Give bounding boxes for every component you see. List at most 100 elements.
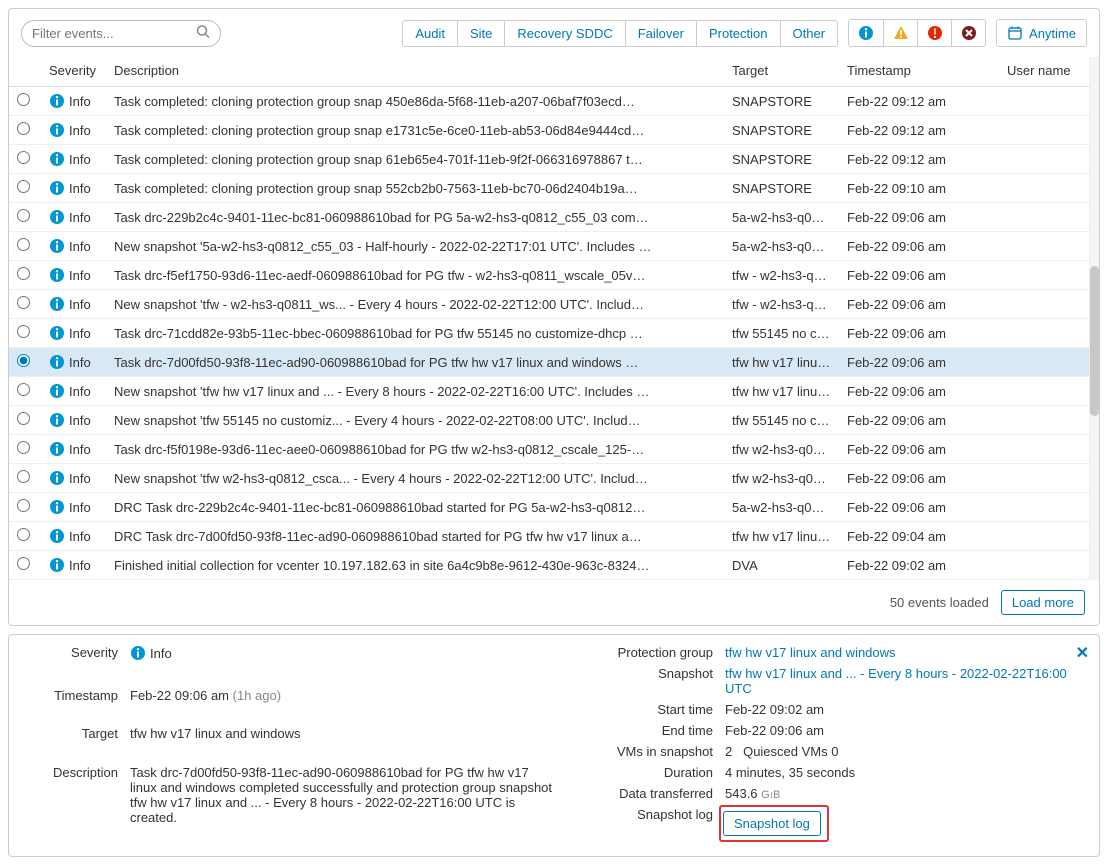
row-target: DVA	[724, 551, 839, 580]
row-selector[interactable]	[17, 296, 30, 309]
row-description: Task drc-f5ef1750-93d6-11ec-aedf-0609886…	[106, 261, 724, 290]
row-selector[interactable]	[17, 267, 30, 280]
detail-qvms-value: 0	[831, 744, 838, 759]
row-target: 5a-w2-hs3-q08…	[724, 203, 839, 232]
row-target: tfw w2-hs3-q0…	[724, 435, 839, 464]
snapshot-log-button[interactable]: Snapshot log	[723, 811, 821, 836]
table-row[interactable]: InfoNew snapshot 'tfw hw v17 linux and .…	[9, 377, 1099, 406]
detail-pg-link[interactable]: tfw hw v17 linux and windows	[725, 645, 1085, 660]
row-selector[interactable]	[17, 151, 30, 164]
row-selector[interactable]	[17, 499, 30, 512]
col-description[interactable]: Description	[106, 57, 724, 87]
row-severity: Info	[69, 529, 91, 544]
detail-pg-label: Protection group	[583, 645, 713, 660]
table-row[interactable]: InfoNew snapshot 'tfw 55145 no customiz.…	[9, 406, 1099, 435]
row-selector[interactable]	[17, 325, 30, 338]
detail-timestamp-ago: (1h ago)	[233, 688, 281, 703]
row-selector[interactable]	[17, 354, 30, 367]
row-username	[999, 232, 1099, 261]
detail-description-value: Task drc-7d00fd50-93f8-11ec-ad90-0609886…	[130, 765, 553, 825]
row-username	[999, 493, 1099, 522]
row-target: SNAPSTORE	[724, 145, 839, 174]
filter-failover[interactable]: Failover	[625, 21, 696, 46]
table-row[interactable]: InfoTask completed: cloning protection g…	[9, 116, 1099, 145]
table-row[interactable]: InfoTask drc-f5ef1750-93d6-11ec-aedf-060…	[9, 261, 1099, 290]
row-selector[interactable]	[17, 441, 30, 454]
timerange-button[interactable]: Anytime	[996, 19, 1087, 47]
filter-recovery-sddc[interactable]: Recovery SDDC	[504, 21, 624, 46]
col-target[interactable]: Target	[724, 57, 839, 87]
table-row[interactable]: InfoNew snapshot 'tfw - w2-hs3-q0811_ws.…	[9, 290, 1099, 319]
filter-protection[interactable]: Protection	[696, 21, 780, 46]
row-username	[999, 319, 1099, 348]
row-selector[interactable]	[17, 122, 30, 135]
row-selector[interactable]	[17, 238, 30, 251]
row-description: DRC Task drc-7d00fd50-93f8-11ec-ad90-060…	[106, 522, 724, 551]
scrollbar-thumb[interactable]	[1090, 266, 1099, 416]
sev-filter-error[interactable]	[917, 20, 951, 46]
table-row[interactable]: InfoTask completed: cloning protection g…	[9, 87, 1099, 116]
col-timestamp[interactable]: Timestamp	[839, 57, 999, 87]
load-more-button[interactable]: Load more	[1001, 590, 1085, 615]
row-target: tfw hw v17 linu…	[724, 377, 839, 406]
detail-data-unit: GiB	[761, 789, 781, 801]
row-username	[999, 348, 1099, 377]
col-severity[interactable]: Severity	[41, 57, 106, 87]
info-icon	[49, 470, 65, 486]
table-row[interactable]: InfoNew snapshot '5a-w2-hs3-q0812_c55_03…	[9, 232, 1099, 261]
row-target: tfw 55145 no c…	[724, 319, 839, 348]
info-icon	[49, 325, 65, 341]
search-input[interactable]	[21, 20, 221, 47]
row-username	[999, 87, 1099, 116]
info-icon	[49, 296, 65, 312]
row-selector[interactable]	[17, 470, 30, 483]
table-row[interactable]: InfoDRC Task drc-229b2c4c-9401-11ec-bc81…	[9, 493, 1099, 522]
sev-filter-critical[interactable]	[951, 20, 985, 46]
detail-start-value: Feb-22 09:02 am	[725, 702, 1085, 717]
table-row[interactable]: InfoTask drc-71cdd82e-93b5-11ec-bbec-060…	[9, 319, 1099, 348]
row-selector[interactable]	[17, 383, 30, 396]
row-username	[999, 290, 1099, 319]
table-row[interactable]: InfoNew snapshot 'tfw w2-hs3-q0812_csca.…	[9, 464, 1099, 493]
table-row[interactable]: InfoTask completed: cloning protection g…	[9, 174, 1099, 203]
filter-site[interactable]: Site	[457, 21, 504, 46]
info-icon	[49, 354, 65, 370]
row-description: Task drc-71cdd82e-93b5-11ec-bbec-0609886…	[106, 319, 724, 348]
table-row[interactable]: InfoTask drc-f5f0198e-93d6-11ec-aee0-060…	[9, 435, 1099, 464]
table-row[interactable]: InfoFinished initial collection for vcen…	[9, 551, 1099, 580]
row-timestamp: Feb-22 09:06 am	[839, 377, 999, 406]
table-row[interactable]: InfoTask completed: cloning protection g…	[9, 145, 1099, 174]
scrollbar[interactable]	[1089, 57, 1099, 580]
row-selector[interactable]	[17, 528, 30, 541]
detail-snapshot-link[interactable]: tfw hw v17 linux and ... - Every 8 hours…	[725, 666, 1085, 696]
row-selector[interactable]	[17, 557, 30, 570]
detail-severity-label: Severity	[23, 645, 118, 660]
detail-start-label: Start time	[583, 702, 713, 717]
row-selector[interactable]	[17, 93, 30, 106]
detail-timestamp-value: Feb-22 09:06 am	[130, 688, 229, 703]
sev-filter-warn[interactable]	[883, 20, 917, 46]
row-selector[interactable]	[17, 209, 30, 222]
row-selector[interactable]	[17, 412, 30, 425]
table-row[interactable]: InfoTask drc-229b2c4c-9401-11ec-bc81-060…	[9, 203, 1099, 232]
detail-data-value: 543.6	[725, 786, 758, 801]
row-selector[interactable]	[17, 180, 30, 193]
row-severity: Info	[69, 442, 91, 457]
row-severity: Info	[69, 500, 91, 515]
row-timestamp: Feb-22 09:06 am	[839, 290, 999, 319]
col-username[interactable]: User name	[999, 57, 1099, 87]
row-timestamp: Feb-22 09:10 am	[839, 174, 999, 203]
loaded-count: 50 events loaded	[890, 595, 989, 610]
row-target: SNAPSTORE	[724, 116, 839, 145]
filter-audit[interactable]: Audit	[403, 21, 457, 46]
severity-filter-group	[848, 19, 986, 47]
row-timestamp: Feb-22 09:06 am	[839, 406, 999, 435]
row-username	[999, 406, 1099, 435]
table-row[interactable]: InfoTask drc-7d00fd50-93f8-11ec-ad90-060…	[9, 348, 1099, 377]
row-username	[999, 377, 1099, 406]
filter-other[interactable]: Other	[780, 21, 838, 46]
sev-filter-info[interactable]	[849, 20, 883, 46]
row-timestamp: Feb-22 09:06 am	[839, 435, 999, 464]
table-row[interactable]: Info DRC Task drc-7d00fd50-93f8-11ec-ad90…	[9, 522, 1099, 551]
close-details-button[interactable]: ✕	[1076, 643, 1089, 663]
